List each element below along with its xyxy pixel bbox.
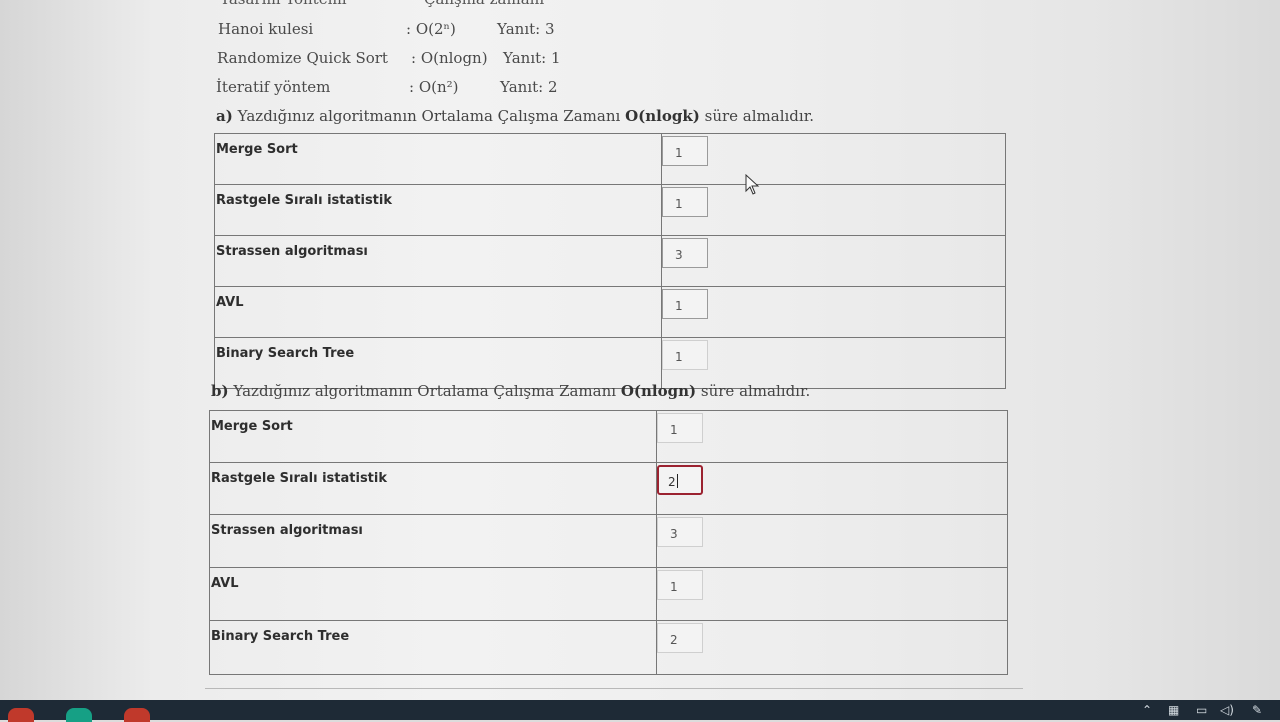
question-text: Yazdığınız algoritmanın Ortalama Çalışma…: [237, 107, 621, 125]
algorithm-name: Strassen algoritması: [214, 235, 662, 287]
answer-cell: 2: [656, 462, 1008, 515]
question-b-title: b) Yazdığınız algoritmanın Ortalama Çalı…: [211, 382, 810, 400]
battery-icon[interactable]: ▭: [1196, 703, 1207, 717]
algorithm-name: Strassen algoritması: [209, 514, 657, 568]
answer-input[interactable]: 1: [662, 136, 708, 166]
answer-input[interactable]: 1: [662, 340, 708, 370]
table-row: Rastgele Sıralı istatistik 1: [214, 184, 1006, 236]
table-row: Binary Search Tree 2: [209, 620, 1008, 675]
answer-cell: 2: [656, 620, 1008, 675]
question-text: Yazdığınız algoritmanın Ortalama Çalışma…: [233, 382, 617, 400]
question-label: a): [216, 107, 233, 125]
exam-page: Tasarım Yöntemi Çalışma zamanı Hanoi kul…: [0, 0, 1280, 700]
algorithm-name: Merge Sort: [209, 410, 657, 463]
intro-answer: Yanıt: 1: [503, 49, 561, 67]
answer-cell: 3: [661, 235, 1006, 287]
algorithm-name: Rastgele Sıralı istatistik: [214, 184, 662, 236]
intro-name: Hanoi kulesi: [218, 20, 314, 38]
question-b-table: Merge Sort 1 Rastgele Sıralı istatistik …: [209, 410, 1008, 675]
question-complexity: O(nlogk): [625, 107, 700, 125]
answer-cell: 1: [661, 184, 1006, 236]
table-row: Merge Sort 1: [209, 410, 1008, 463]
algorithm-name: Rastgele Sıralı istatistik: [209, 462, 657, 515]
chevron-up-icon[interactable]: ⌃: [1142, 703, 1152, 717]
answer-cell: 1: [656, 410, 1008, 463]
intro-complexity: : O(n²): [409, 78, 459, 96]
answer-input[interactable]: 2: [657, 623, 703, 653]
question-label: b): [211, 382, 229, 400]
answer-input[interactable]: 3: [662, 238, 708, 268]
volume-icon[interactable]: ◁): [1220, 703, 1234, 717]
algorithm-name: AVL: [209, 567, 657, 621]
answer-cell: 1: [661, 286, 1006, 338]
intro-complexity: : O(2ⁿ): [406, 20, 456, 38]
answer-cell: 1: [656, 567, 1008, 621]
intro-answer: Yanıt: 3: [497, 20, 555, 38]
intro-name: İteratif yöntem: [216, 78, 331, 96]
text-caret: [676, 474, 678, 488]
answer-input-focused[interactable]: 2: [657, 465, 703, 495]
answer-input[interactable]: 1: [662, 187, 708, 217]
table-row: AVL 1: [214, 286, 1006, 338]
answer-value: 2: [668, 475, 676, 489]
answer-input[interactable]: 3: [657, 517, 703, 547]
intro-complexity: : O(nlogn): [411, 49, 488, 67]
algorithm-name: Merge Sort: [214, 133, 662, 185]
table-row: Strassen algoritması 3: [209, 514, 1008, 568]
header-col1: Tasarım Yöntemi: [220, 0, 347, 8]
answer-input[interactable]: 1: [662, 289, 708, 319]
table-row: Binary Search Tree 1: [214, 337, 1006, 389]
header-col2: Çalışma zamanı: [424, 0, 544, 8]
algorithm-name: Binary Search Tree: [209, 620, 657, 675]
mouse-pointer-icon: [745, 174, 760, 195]
question-a-title: a) Yazdığınız algoritmanın Ortalama Çalı…: [216, 107, 814, 125]
intro-answer: Yanıt: 2: [500, 78, 558, 96]
answer-cell: 1: [661, 337, 1006, 389]
network-icon[interactable]: ▦: [1168, 703, 1179, 717]
question-text-end: süre almalıdır.: [700, 382, 811, 400]
table-row: AVL 1: [209, 567, 1008, 621]
table-row: Rastgele Sıralı istatistik 2: [209, 462, 1008, 515]
answer-input[interactable]: 1: [657, 413, 703, 443]
answer-cell: 3: [656, 514, 1008, 568]
answer-input[interactable]: 1: [657, 570, 703, 600]
table-row: Strassen algoritması 3: [214, 235, 1006, 287]
table-row: Merge Sort 1: [214, 133, 1006, 185]
question-text-end: süre almalıdır.: [704, 107, 814, 125]
question-a-table: Merge Sort 1 Rastgele Sıralı istatistik …: [214, 133, 1006, 389]
pen-icon[interactable]: ✎: [1252, 703, 1262, 717]
intro-name: Randomize Quick Sort: [217, 49, 388, 67]
answer-cell: 1: [661, 133, 1006, 185]
taskbar: ⌃ ▦ ▭ ◁) ✎: [0, 700, 1280, 722]
algorithm-name: AVL: [214, 286, 662, 338]
page-divider: [205, 688, 1023, 689]
question-complexity: O(nlogn): [620, 382, 697, 400]
algorithm-name: Binary Search Tree: [214, 337, 662, 389]
